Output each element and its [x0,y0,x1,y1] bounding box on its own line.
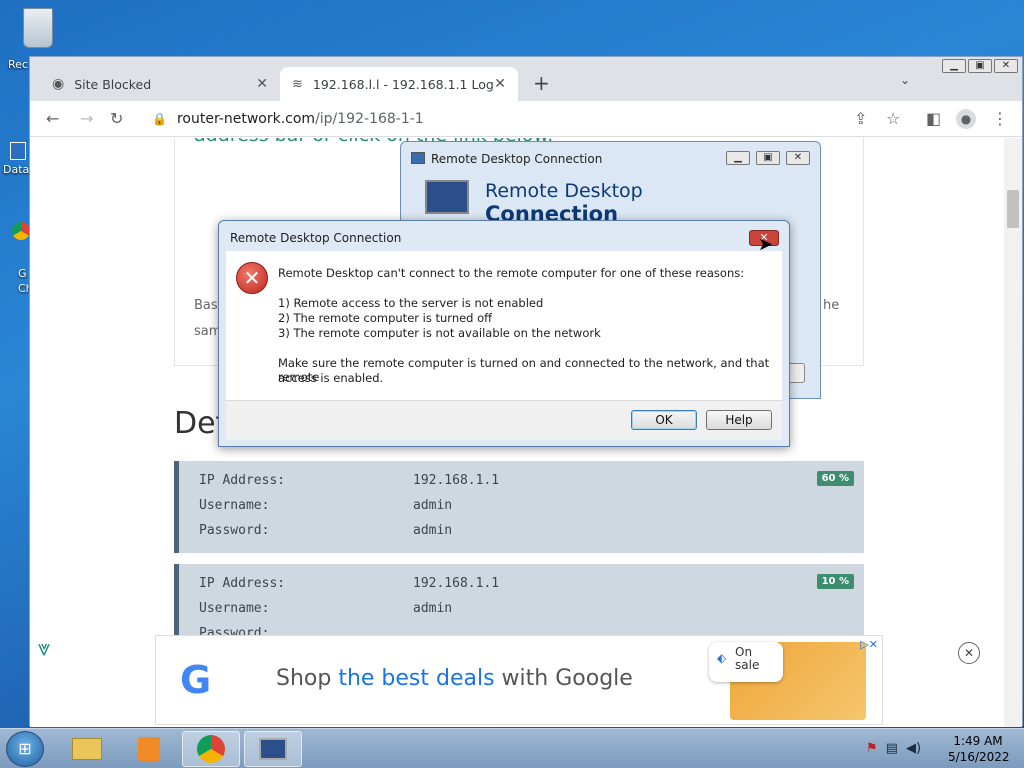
error-intro: Remote Desktop can't connect to the remo… [278,266,745,280]
page-scrollbar[interactable] [1004,138,1022,727]
folder-icon [72,738,102,760]
network-icon[interactable]: ▤ [886,741,898,756]
adchoices-icon[interactable]: ▷✕ [860,638,878,651]
globe-icon: ◉ [52,76,65,92]
rdc-app-icon [411,152,425,164]
taskbar-clock[interactable]: 1:49 AM 5/16/2022 [948,733,1010,765]
ip-value: 192.168.1.1 [413,576,500,591]
tag-icon: ⬖ [717,651,727,665]
ad-close-icon[interactable]: ✕ [958,642,980,664]
ad-headline: Shop the best deals with Google [276,666,633,691]
address-bar[interactable]: 🔒 router-network.com/ip/192-168-1-1 [152,105,972,133]
ok-button[interactable]: OK [631,410,697,430]
error-advice: access is enabled. [278,371,384,385]
taskbar: ⊞ ⚑ ▤ ◀) 1:49 AM 5/16/2022 [0,728,1024,768]
close-button[interactable]: ✕ [786,151,810,165]
ip-value: 192.168.1.1 [413,473,500,488]
rdc-brand-line1: Remote Desktop [485,180,643,202]
maximize-button[interactable]: ▣ [756,151,780,165]
minimize-button[interactable]: ▁ [726,151,750,165]
dialog-title: Remote Desktop Connection [230,231,402,245]
chrome-icon [197,735,225,763]
lock-icon: 🔒 [152,112,167,126]
rdc-window-controls: ▁ ▣ ✕ [726,151,810,165]
back-arrow-icon[interactable]: ← [46,109,59,128]
dialog-footer: OK Help [226,400,782,440]
tab-label: Site Blocked [74,76,152,92]
system-tray: ⚑ ▤ ◀) [866,741,921,756]
url-domain: router-network.com [176,111,316,127]
clock-time: 1:49 AM [953,734,1003,748]
rdc-window-title: Remote Desktop Connection [431,152,603,166]
windows-logo-icon: ⊞ [18,739,32,758]
volume-icon[interactable]: ◀) [906,741,921,756]
taskbar-media-player[interactable] [120,731,178,767]
scrollbar-thumb[interactable] [1007,190,1019,228]
wireless-icon: ≋ [292,76,303,92]
recycle-bin-icon [23,8,53,48]
maximize-button[interactable]: ▣ [968,59,992,73]
clock-date: 5/16/2022 [948,750,1010,764]
browser-toolbar: ← → ↻ 🔒 router-network.com/ip/192-168-1-… [30,101,1022,137]
media-player-icon [138,737,160,761]
desktop-icon-data[interactable] [10,122,30,162]
tab-close-icon[interactable]: ✕ [256,76,268,92]
mouse-cursor-icon: ➤ [758,234,774,255]
action-center-flag-icon[interactable]: ⚑ [866,741,878,756]
taskbar-remote-desktop[interactable] [244,731,302,767]
error-reason: 2) The remote computer is turned off [278,311,493,325]
desktop-icon-label: Data [3,163,30,176]
rdc-error-dialog: Remote Desktop Connection ✕ ✕ Remote Des… [218,220,790,447]
on-sale-tag: ⬖ On sale [709,642,783,682]
desktop-icon-recycle-bin[interactable] [20,6,56,52]
username-label: Username: [199,498,270,513]
data-icon [10,142,26,160]
desktop-icon-label: Rec [8,58,28,71]
forward-arrow-icon[interactable]: → [80,109,93,128]
tab-close-icon[interactable]: ✕ [494,76,506,92]
password-value: admin [413,523,453,538]
chrome-icon [12,222,30,240]
close-button[interactable]: ✕ [994,59,1018,73]
browser-titlebar: ◉ Site Blocked ✕ ≋ 192.168.l.l - 192.168… [30,57,1022,101]
minimize-button[interactable]: ▁ [942,59,966,73]
password-label: Password: [199,523,270,538]
error-reason: 3) The remote computer is not available … [278,326,601,340]
credential-card: 60 % IP Address: 192.168.1.1 Username: a… [174,461,864,553]
start-button[interactable]: ⊞ [6,731,44,767]
ip-label: IP Address: [199,576,286,591]
dialog-body: ✕ Remote Desktop can't connect to the re… [226,251,782,400]
bg-text-fragment: he [823,298,840,313]
success-rate-badge: 60 % [816,471,854,486]
profile-avatar-icon[interactable]: ● [956,109,976,129]
username-label: Username: [199,601,270,616]
remote-desktop-icon [259,738,287,760]
google-ad-banner[interactable]: G Shop the best deals with Google ⬖ On sa… [155,635,883,725]
rdc-monitor-icon [425,180,469,214]
share-icon[interactable]: ⇪ [854,109,867,128]
error-reason: 1) Remote access to the server is not en… [278,296,544,310]
taskbar-chrome[interactable] [182,731,240,767]
error-icon: ✕ [236,262,268,294]
tab-site-blocked[interactable]: ◉ Site Blocked ✕ [40,67,280,101]
bookmark-star-icon[interactable]: ☆ [886,109,900,128]
taskbar-explorer[interactable] [58,731,116,767]
url-path: /ip/192-168-1-1 [315,111,424,127]
menu-dots-icon[interactable]: ⋮ [992,109,1008,128]
tab-search-chevron-icon[interactable]: ⌄ [900,73,910,87]
reload-icon[interactable]: ↻ [110,109,123,128]
ad-network-logo-icon: ⩔ [38,636,51,661]
help-button[interactable]: Help [706,410,772,430]
window-controls: ▁ ▣ ✕ [942,59,1018,73]
new-tab-button[interactable]: + [533,71,550,95]
username-value: admin [413,601,453,616]
username-value: admin [413,498,453,513]
desktop-icon-chrome[interactable] [12,222,30,262]
side-panel-icon[interactable]: ◧ [926,109,941,128]
tab-router-login[interactable]: ≋ 192.168.l.l - 192.168.1.1 Login Ad ✕ [280,67,518,101]
ip-label: IP Address: [199,473,286,488]
success-rate-badge: 10 % [816,574,854,589]
tab-label: 192.168.l.l - 192.168.1.1 Login Ad [312,76,494,92]
google-g-icon: G [180,658,212,702]
